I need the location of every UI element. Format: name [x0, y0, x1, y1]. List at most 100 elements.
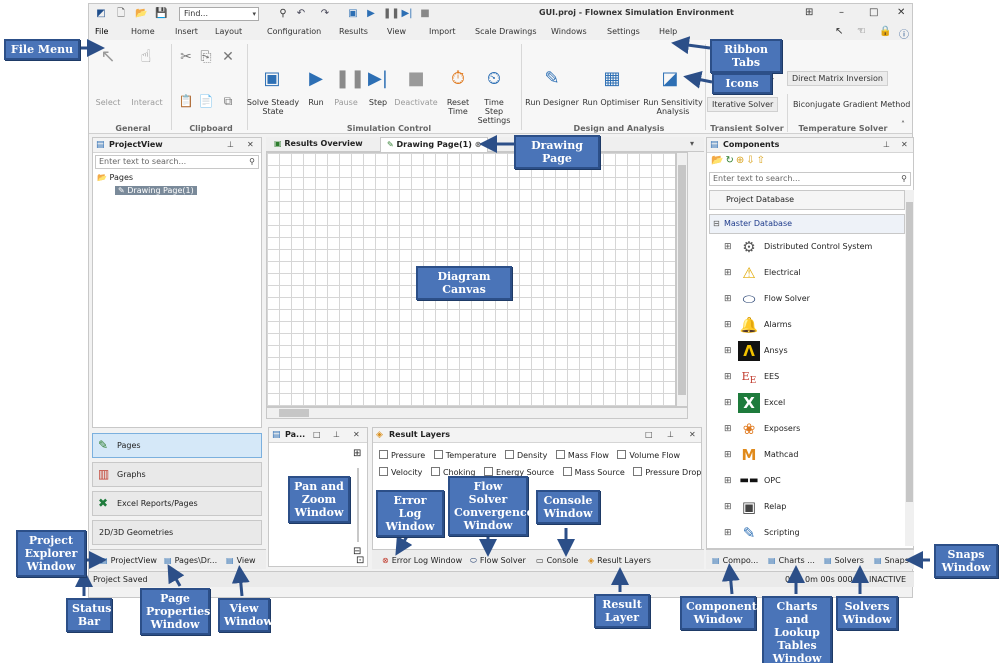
project-database-row[interactable]: Project Database: [709, 190, 905, 210]
close-icon[interactable]: ✕: [247, 138, 254, 152]
vertical-scrollbar[interactable]: [676, 152, 688, 407]
expand-icon[interactable]: ⊞: [724, 445, 734, 465]
time-step-settings-button[interactable]: Time Step Settings: [475, 98, 513, 125]
nav-graphs[interactable]: ▥ Graphs: [92, 462, 262, 487]
pause-button[interactable]: Pause: [331, 98, 361, 107]
expand-icon[interactable]: ⊞: [724, 367, 734, 387]
run-icon[interactable]: ▶: [305, 68, 327, 90]
reset-time-icon[interactable]: ⏱: [447, 68, 469, 90]
tab-home[interactable]: Home: [131, 27, 155, 36]
zoom-slider[interactable]: [357, 468, 359, 542]
tab-snaps[interactable]: ▤ Snaps: [874, 553, 909, 569]
tab-configuration[interactable]: Configuration: [267, 27, 321, 36]
expand-icon[interactable]: ⊞: [724, 237, 734, 257]
run-optimiser-button[interactable]: Run Optimiser: [581, 98, 641, 107]
stop-icon[interactable]: ■: [419, 8, 431, 20]
undo-icon[interactable]: ↶: [295, 8, 307, 20]
restore-icon[interactable]: □: [313, 428, 321, 442]
interact-button[interactable]: Interact: [129, 98, 165, 107]
tab-file[interactable]: File: [95, 27, 108, 36]
tab-solvers[interactable]: ▤ Solvers: [824, 553, 864, 569]
close-icon[interactable]: ✕: [901, 138, 908, 152]
step-icon[interactable]: ▶|: [367, 68, 389, 90]
components-scroll-thumb[interactable]: [906, 202, 913, 502]
solve-steady-state-button[interactable]: Solve Steady State: [245, 98, 301, 116]
solve-steady-state-icon[interactable]: ▣: [261, 68, 283, 90]
tab-help[interactable]: Help: [659, 27, 677, 36]
tab-import[interactable]: Import: [429, 27, 456, 36]
expand-icon[interactable]: ⊞: [724, 497, 734, 517]
time-step-settings-icon[interactable]: ⏲: [483, 68, 505, 90]
minimize-button[interactable]: –: [839, 7, 844, 18]
collapse-ribbon-icon[interactable]: ˄: [901, 120, 905, 129]
tab-result-layers[interactable]: ◈ Result Layers: [588, 553, 651, 569]
tab-project-view[interactable]: ▤ ProjectView: [100, 553, 157, 569]
expand-icon[interactable]: ⊞: [724, 341, 734, 361]
close-icon[interactable]: ✕: [689, 428, 696, 442]
nav-pages[interactable]: ✎ Pages: [92, 433, 262, 458]
step-icon[interactable]: ▶|: [401, 8, 413, 20]
expand-icon[interactable]: ⊞: [724, 289, 734, 309]
run-designer-button[interactable]: Run Designer: [525, 98, 579, 107]
expand-icon[interactable]: ⊞: [724, 471, 734, 491]
horizontal-scroll-thumb[interactable]: [279, 409, 309, 417]
pin-icon[interactable]: ⊥: [333, 428, 340, 442]
select-button[interactable]: Select: [93, 98, 123, 107]
deactivate-icon[interactable]: ■: [405, 68, 427, 90]
expand-icon[interactable]: ⊞: [724, 315, 734, 335]
restore-icon[interactable]: □: [645, 428, 653, 442]
tab-view[interactable]: View: [387, 27, 406, 36]
tab-insert[interactable]: Insert: [175, 27, 198, 36]
import-icon[interactable]: ⇩: [746, 155, 756, 166]
tab-results-overview[interactable]: ▣ Results Overview: [268, 137, 369, 152]
close-icon[interactable]: ✕: [353, 428, 360, 442]
search-icon[interactable]: ⚲: [249, 156, 255, 168]
horizontal-scrollbar[interactable]: [266, 407, 688, 419]
tab-charts[interactable]: ▤ Charts ...: [768, 553, 815, 569]
tab-console[interactable]: ▭ Console: [536, 553, 578, 569]
tab-windows[interactable]: Windows: [551, 27, 587, 36]
add-library-icon[interactable]: ⊕: [736, 155, 746, 166]
paste-icon[interactable]: 📋: [175, 90, 197, 112]
binoculars-icon[interactable]: ⚲: [277, 8, 289, 20]
close-button[interactable]: ✕: [897, 7, 905, 18]
run-sensitivity-analysis-button[interactable]: Run Sensitivity Analysis: [643, 98, 703, 116]
fit-view-icon[interactable]: ⊡: [356, 555, 364, 566]
reset-time-button[interactable]: Reset Time: [443, 98, 473, 116]
run-designer-icon[interactable]: ✎: [541, 68, 563, 90]
components-scrollbar[interactable]: [905, 190, 914, 546]
volume-flow-checkbox[interactable]: [617, 450, 627, 459]
duplicate-icon[interactable]: ⧉: [217, 90, 239, 112]
choking-checkbox[interactable]: [430, 467, 440, 476]
export-icon[interactable]: ⇧: [757, 155, 767, 166]
delete-icon[interactable]: ✕: [217, 46, 239, 68]
mass-source-checkbox[interactable]: [562, 467, 572, 476]
expand-icon[interactable]: ⊞: [724, 419, 734, 439]
open-folder-icon[interactable]: 📂: [135, 8, 147, 20]
tab-drawing-page[interactable]: ✎ Drawing Page(1) ⊗: [380, 137, 489, 152]
step-button[interactable]: Step: [365, 98, 391, 107]
zoom-in-icon[interactable]: ⊞: [353, 448, 361, 459]
iterative-solver-option[interactable]: Iterative Solver: [707, 97, 779, 112]
tab-scale-drawings[interactable]: Scale Drawings: [475, 27, 537, 36]
velocity-checkbox[interactable]: [379, 467, 388, 476]
pressure-checkbox[interactable]: [379, 450, 388, 459]
expand-icon[interactable]: ⊞: [724, 263, 734, 283]
refresh-icon[interactable]: ↻: [725, 155, 735, 166]
new-file-icon[interactable]: 🗋: [115, 8, 127, 20]
direct-matrix-inversion-option[interactable]: Direct Matrix Inversion: [787, 71, 888, 86]
pause-icon[interactable]: ❚❚: [383, 8, 400, 20]
tab-error-log[interactable]: ⊗ Error Log Window: [382, 553, 462, 569]
tab-view[interactable]: ▤ View: [226, 553, 256, 569]
energy-source-checkbox[interactable]: [484, 467, 494, 476]
lock-icon[interactable]: 🔒: [879, 26, 891, 37]
tab-page-properties[interactable]: ▤ Pages\Dr...: [164, 553, 217, 569]
find-input[interactable]: Find... ▾: [179, 7, 259, 21]
collapse-icon[interactable]: ⊟: [713, 215, 720, 233]
run-sensitivity-icon[interactable]: ◪: [659, 68, 681, 90]
close-tab-icon[interactable]: ⊗: [475, 140, 482, 149]
nav-geometries[interactable]: 2D/3D Geometries: [92, 520, 262, 545]
cut-icon[interactable]: ✂: [175, 46, 197, 68]
run-optimiser-icon[interactable]: ▦: [601, 68, 623, 90]
pin-icon[interactable]: ⊥: [883, 138, 890, 152]
